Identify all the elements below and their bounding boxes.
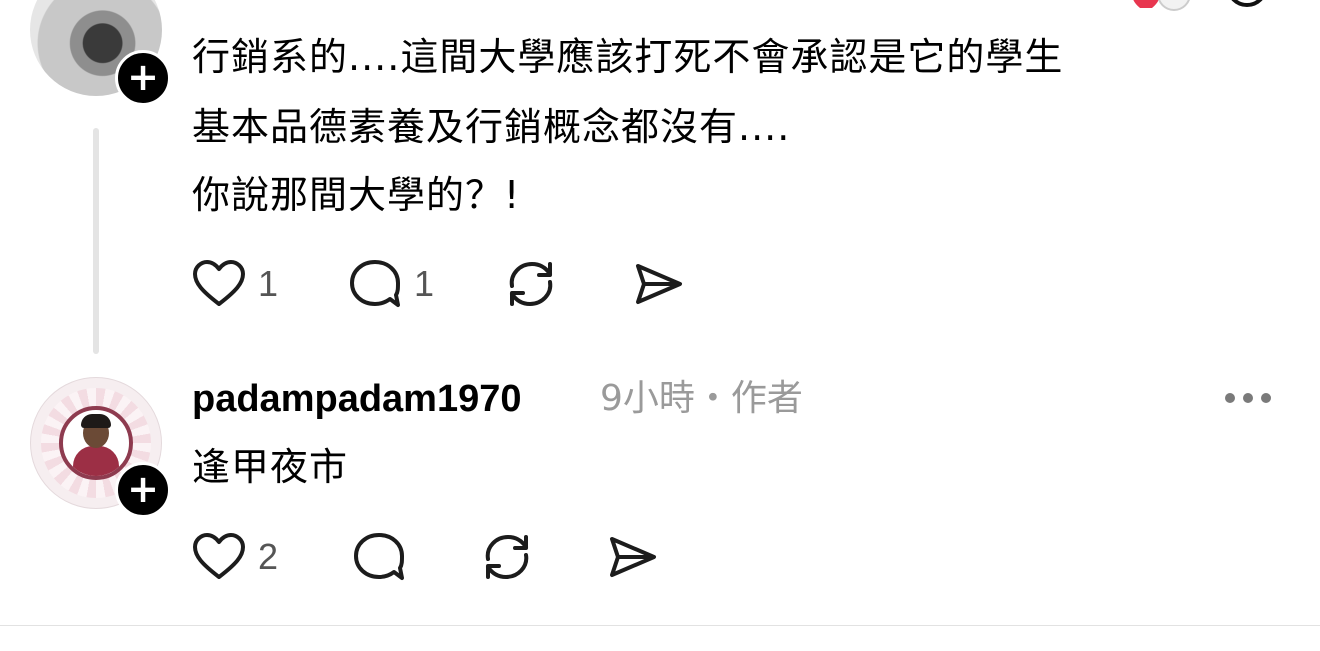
comment-icon <box>354 533 404 580</box>
username[interactable]: padampadam1970 <box>192 372 522 426</box>
send-icon <box>610 537 656 577</box>
repost-button[interactable] <box>480 530 534 584</box>
post-text-line: 行銷系的....這間大學應該打死不會承認是它的學生 <box>192 35 1064 79</box>
follow-plus-icon[interactable]: + <box>115 50 171 106</box>
thread-line <box>93 128 99 354</box>
heart-icon <box>193 533 245 579</box>
post-text: 逢甲夜市 <box>192 445 349 489</box>
post-meta: 9小時・作者 <box>600 378 803 419</box>
like-count: 2 <box>258 536 279 577</box>
like-count: 1 <box>258 263 279 304</box>
avatar-body <box>73 446 119 476</box>
post-text-line: 基本品德素養及行銷概念都沒有.... <box>192 105 791 149</box>
more-icon[interactable] <box>1222 383 1274 413</box>
reply-button[interactable]: 1 <box>348 257 434 311</box>
reply-count: 1 <box>414 263 435 304</box>
more-circle-icon[interactable] <box>1224 0 1270 16</box>
repost-icon <box>485 534 529 580</box>
like-button[interactable]: 1 <box>192 257 278 311</box>
repost-button[interactable] <box>504 257 558 311</box>
heart-icon <box>193 260 245 306</box>
post-text-line: 你說那間大學的？! <box>192 173 521 217</box>
avatar-portrait <box>59 406 133 480</box>
repost-icon <box>509 261 553 307</box>
follow-plus-icon[interactable]: + <box>115 462 171 518</box>
share-button[interactable] <box>630 257 684 311</box>
liked-avatars-icon <box>1128 0 1198 16</box>
divider <box>0 625 1320 626</box>
share-button[interactable] <box>604 530 658 584</box>
like-button[interactable]: 2 <box>192 530 278 584</box>
send-icon <box>636 264 682 304</box>
comment-icon <box>350 260 400 307</box>
avatar-hair <box>81 414 111 428</box>
reply-button[interactable] <box>352 530 406 584</box>
